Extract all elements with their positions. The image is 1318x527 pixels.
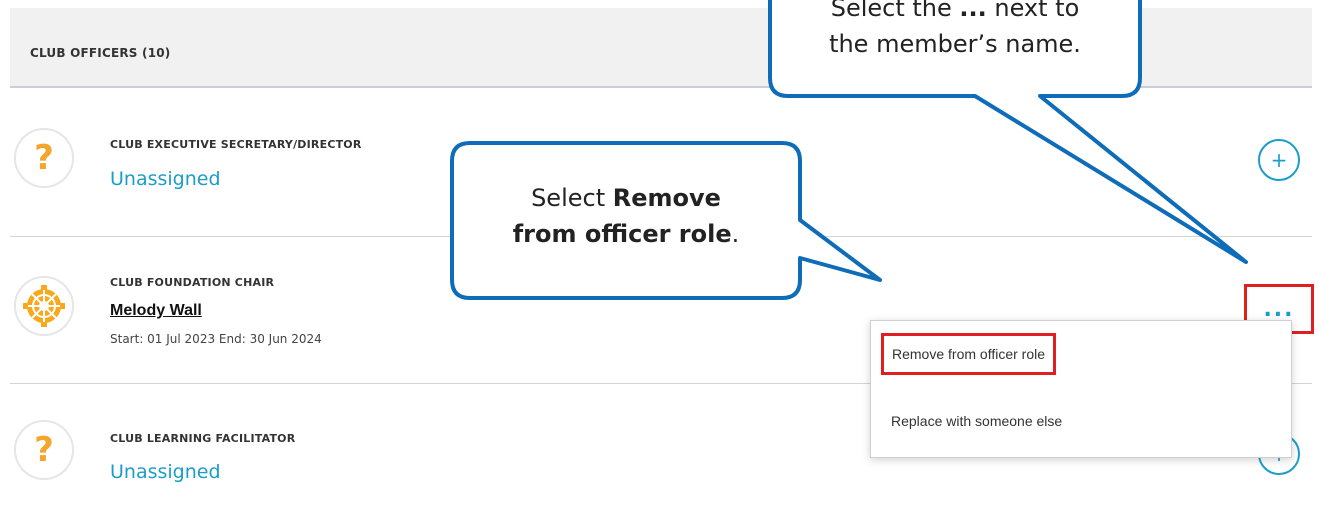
callout-top-text: Select the ... next to the member’s name…: [829, 0, 1081, 58]
callout-middle-text: Select Remove from officer role.: [512, 184, 740, 248]
callout-bubbles: [450, 0, 1248, 300]
